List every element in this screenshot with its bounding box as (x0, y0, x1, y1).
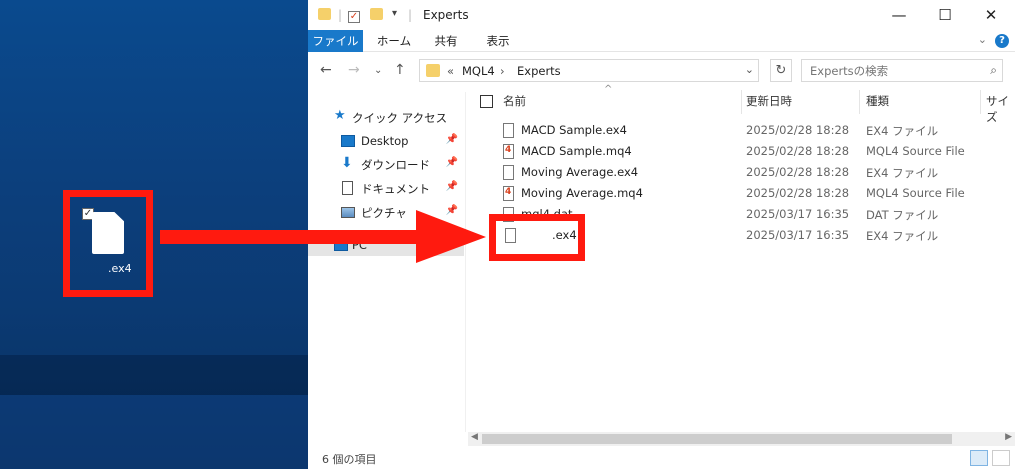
column-header-modified[interactable]: 更新日時 (746, 93, 792, 109)
scroll-left-icon[interactable]: ◀ (471, 432, 478, 442)
file-type: EX4 ファイル (866, 229, 939, 243)
file-type: EX4 ファイル (866, 124, 939, 138)
breadcrumb-mql4[interactable]: MQL4 (462, 64, 495, 78)
mq4-file-icon (503, 144, 514, 159)
file-icon (503, 123, 514, 138)
file-name: MACD Sample.ex4 (521, 123, 627, 137)
document-icon (342, 181, 353, 195)
column-divider[interactable] (980, 90, 981, 114)
back-icon[interactable]: ← (320, 62, 332, 78)
file-date: 2025/02/28 18:28 (746, 123, 850, 137)
file-name: MACD Sample.mq4 (521, 144, 632, 158)
file-type: EX4 ファイル (866, 166, 939, 180)
scroll-right-icon[interactable]: ▶ (1005, 432, 1012, 442)
column-header-type[interactable]: 種類 (866, 93, 889, 109)
file-date: 2025/03/17 16:35 (746, 207, 850, 221)
highlight-box-explorer (489, 214, 585, 261)
search-box[interactable]: ⌕ (801, 59, 1003, 82)
table-row[interactable]: Moving Average.mq4 2025/02/28 18:28 MQL4… (468, 183, 1015, 204)
pin-icon[interactable]: 📌 (446, 157, 458, 168)
separator: | (338, 8, 343, 22)
scrollbar-thumb[interactable] (482, 434, 952, 444)
nav-quick-access-label: クイック アクセス (352, 111, 448, 125)
close-button[interactable]: ✕ (968, 4, 1014, 26)
column-header-name[interactable]: 名前 (503, 93, 526, 109)
chevron-down-icon[interactable]: ⌄ (745, 63, 754, 76)
properties-icon[interactable]: ✓ (348, 8, 360, 23)
desktop-icon (341, 135, 355, 147)
refresh-button[interactable]: ↻ (770, 59, 792, 82)
pin-icon[interactable]: 📌 (446, 181, 458, 192)
separator: | (408, 8, 413, 22)
column-divider[interactable] (741, 90, 742, 114)
forward-icon[interactable]: → (348, 62, 360, 78)
nav-quick-access[interactable]: ★ クイック アクセス (308, 106, 464, 128)
file-name: Moving Average.ex4 (521, 165, 639, 179)
new-folder-icon[interactable] (370, 8, 383, 23)
refresh-icon: ↻ (775, 63, 787, 78)
status-bar: 6 個の項目 (308, 447, 1015, 469)
minimize-button[interactable]: — (876, 4, 922, 26)
select-all-checkbox[interactable] (480, 95, 493, 108)
horizontal-scrollbar[interactable]: ◀ ▶ (468, 432, 1015, 446)
ribbon-tabs: ファイル ホーム 共有 表示 ⌄ ? (308, 30, 1015, 52)
nav-item-downloads[interactable]: ⬇ ダウンロード 📌 (308, 153, 464, 175)
nav-item-documents[interactable]: ドキュメント 📌 (308, 177, 464, 199)
download-icon: ⬇ (341, 155, 353, 171)
red-arrow-icon (160, 210, 486, 263)
arrow-shape (160, 210, 486, 263)
desktop-shading (0, 395, 308, 469)
column-divider[interactable] (859, 90, 860, 114)
breadcrumb-overflow[interactable]: « (447, 64, 454, 78)
file-type: MQL4 Source File (866, 186, 965, 200)
expand-ribbon-icon[interactable]: ⌄ (978, 33, 987, 46)
file-type: DAT ファイル (866, 208, 939, 222)
star-icon: ★ (334, 108, 346, 123)
breadcrumb-experts[interactable]: Experts (517, 64, 561, 78)
tab-view[interactable]: 表示 (476, 30, 520, 52)
help-icon[interactable]: ? (995, 34, 1009, 48)
table-row[interactable]: Moving Average.ex4 2025/02/28 18:28 EX4 … (468, 162, 1015, 183)
search-icon[interactable]: ⌕ (990, 63, 997, 78)
address-bar[interactable]: « MQL4 › Experts ⌄ (419, 59, 759, 82)
tab-file[interactable]: ファイル (308, 30, 363, 52)
highlight-box-desktop (63, 190, 153, 297)
tab-home[interactable]: ホーム (368, 30, 420, 52)
navigation-bar: ← → ⌄ ↑ « MQL4 › Experts ⌄ ↻ ⌕ (308, 56, 1015, 86)
large-icons-view-icon[interactable] (992, 450, 1010, 466)
file-date: 2025/02/28 18:28 (746, 144, 850, 158)
mq4-file-icon (503, 186, 514, 201)
customize-toolbar-icon[interactable]: ▾ (392, 8, 397, 19)
recent-locations-icon[interactable]: ⌄ (374, 65, 382, 76)
file-date: 2025/02/28 18:28 (746, 165, 850, 179)
folder-icon (426, 64, 440, 77)
file-icon (503, 165, 514, 180)
title-bar: | ✓ ▾ | Experts — ☐ ✕ (308, 0, 1015, 30)
search-input[interactable] (802, 60, 977, 81)
nav-item-desktop[interactable]: Desktop 📌 (308, 130, 464, 152)
item-count: 6 個の項目 (322, 453, 377, 466)
window-title: Experts (423, 8, 469, 22)
tab-share[interactable]: 共有 (424, 30, 468, 52)
folder-icon (318, 8, 331, 23)
nav-item-label: Desktop (361, 134, 409, 148)
file-type: MQL4 Source File (866, 144, 965, 158)
breadcrumb-separator: › (500, 64, 505, 78)
nav-item-label: ダウンロード (361, 158, 430, 172)
maximize-button[interactable]: ☐ (922, 4, 968, 26)
table-row[interactable]: MACD Sample.ex4 2025/02/28 18:28 EX4 ファイ… (468, 120, 1015, 141)
up-icon[interactable]: ↑ (394, 62, 406, 78)
file-date: 2025/03/17 16:35 (746, 228, 850, 242)
desktop-shading (0, 355, 308, 395)
details-view-icon[interactable] (970, 450, 988, 466)
nav-item-label: ドキュメント (361, 182, 430, 196)
pin-icon[interactable]: 📌 (446, 134, 458, 145)
sort-ascending-icon: ^ (604, 84, 613, 95)
file-date: 2025/02/28 18:28 (746, 186, 850, 200)
file-name: Moving Average.mq4 (521, 186, 643, 200)
table-row[interactable]: MACD Sample.mq4 2025/02/28 18:28 MQL4 So… (468, 141, 1015, 162)
